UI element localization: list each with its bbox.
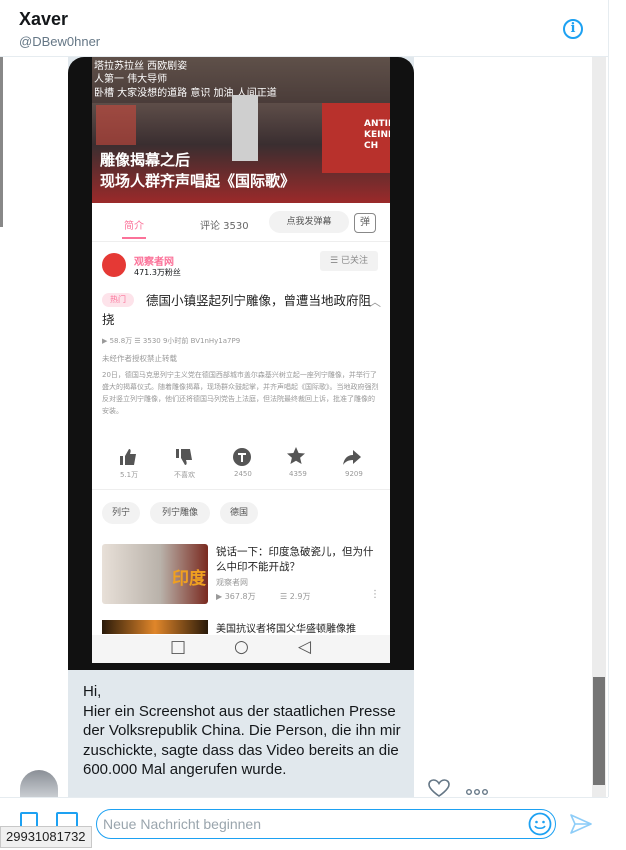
related-thumbnail[interactable]: 印度 [102,544,208,604]
share-icon[interactable] [342,447,362,471]
statue-shape [232,95,258,161]
dislike-label: 不喜欢 [174,471,195,479]
share-count: 9209 [345,470,363,478]
danmaku-line-2: 人第一 伟大导师 [94,74,168,85]
no-repost-notice: 未经作者授权禁止转载 [102,354,177,363]
message-input-placeholder: Neue Nachricht beginnen [103,816,261,832]
info-icon[interactable]: i [563,19,583,39]
next-title[interactable]: 美国抗议者将国父华盛顿雕像推 [216,620,356,635]
tab-comments[interactable]: 评论 3530 [200,217,249,232]
favorite-star-icon[interactable] [286,446,306,470]
channel-avatar[interactable] [102,253,126,277]
phone-screen: 塔拉苏拉丝 西欧剧姿 人第一 伟大导师 卧槽 大家没想的道路 意识 加油 人间正… [92,57,390,663]
related-comments: ☰ 2.9万 [280,592,311,601]
tag-lenin-statue[interactable]: 列宁雕像 [150,502,210,524]
crowd-blob [96,105,136,145]
left-edge-marker [0,57,3,227]
tag-germany[interactable]: 德国 [220,502,258,524]
emoji-icon[interactable] [528,812,552,841]
status-bar-url: 29931081732 [0,826,92,848]
tab-intro[interactable]: 简介 [124,217,144,232]
dislike-icon[interactable] [174,447,194,471]
nav-recent-icon[interactable]: □ [170,637,186,657]
divider [92,489,390,490]
follow-button[interactable]: ☰ 已关注 [320,251,378,271]
danmaku-input[interactable]: 点我发弹幕 [269,211,349,233]
video-caption-2: 现场人群齐声唱起《国际歌》 [100,172,296,190]
coin-count: 2450 [234,470,252,478]
video-stats: ▶ 58.8万 ☰ 3530 9小时前 BV1nHy1a7P9 [102,337,241,345]
scrollbar-thumb[interactable] [593,677,605,785]
video-description: 20日，德国马克思列宁主义党在德国西部城市盖尔森基兴树立起一座列宁雕像，并举行了… [102,371,379,415]
video-title: 德国小镇竖起列宁雕像，曾遭当地政府阻挠 [102,293,372,327]
tag-lenin[interactable]: 列宁 [102,502,140,524]
banner-text: ANTIKO KEINE CH [364,119,390,151]
favorite-count: 4359 [289,470,307,478]
thumbnail-text: 印度 [172,569,206,589]
next-thumbnail[interactable] [102,620,208,634]
video-player[interactable]: 塔拉苏拉丝 西欧剧姿 人第一 伟大导师 卧槽 大家没想的道路 意识 加油 人间正… [92,57,390,203]
coin-icon[interactable] [232,447,252,471]
related-views: ▶ 367.8万 [216,592,256,601]
channel-followers: 471.3万粉丝 [134,268,181,277]
related-title[interactable]: 锐话一下：印度急破瓷儿，但为什么中印不能开战？ [216,545,380,575]
contact-name[interactable]: Xaver [19,9,68,30]
like-icon[interactable] [118,447,138,471]
message-text: Hi, Hier ein Screenshot aus der staatlic… [83,683,401,778]
nav-back-icon[interactable]: ◁ [298,637,311,657]
tab-underline [122,237,146,239]
expand-icon[interactable]: ︿ [369,293,381,310]
like-count: 5.1万 [120,471,139,479]
danmaku-toggle[interactable]: 弹 [354,213,376,233]
video-caption-1: 雕像揭幕之后 [100,151,191,169]
nav-home-icon[interactable]: ○ [234,637,249,657]
contact-handle[interactable]: @DBew0hner [19,34,100,49]
channel-name[interactable]: 观察者网 [134,253,174,268]
related-menu-icon[interactable]: ⋮ [370,589,380,600]
send-icon[interactable] [570,814,592,839]
related-channel: 观察者网 [216,578,248,587]
